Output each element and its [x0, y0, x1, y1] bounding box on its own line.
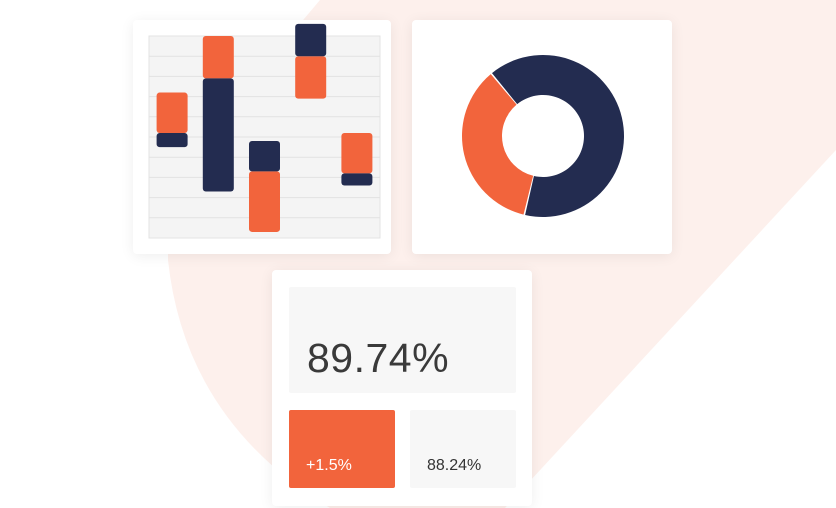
- bar-chart-card: [133, 20, 391, 254]
- donut-chart-card: [412, 20, 672, 254]
- previous-metric-value: 88.24%: [427, 457, 482, 474]
- bar-segment: [249, 171, 280, 232]
- bar-segment: [202, 78, 234, 192]
- change-metric-value: +1.5%: [306, 457, 352, 474]
- bar-segment: [249, 141, 280, 172]
- bar-segment: [295, 23, 327, 57]
- main-metric-value: 89.74%: [307, 335, 450, 381]
- bar-segment: [202, 36, 234, 79]
- bar-segment: [156, 92, 188, 133]
- bar-segment: [341, 132, 373, 174]
- bar-segment: [295, 56, 327, 99]
- main-metric-tile: 89.74%: [289, 287, 516, 393]
- change-metric-tile: +1.5%: [289, 410, 395, 488]
- floating-bar-chart: [148, 23, 381, 239]
- bar-segment: [156, 132, 188, 148]
- previous-metric-tile: 88.24%: [410, 410, 516, 488]
- bar-segment: [341, 173, 373, 186]
- kpi-card: 89.74% +1.5% 88.24%: [272, 270, 532, 506]
- donut-chart: [462, 54, 624, 217]
